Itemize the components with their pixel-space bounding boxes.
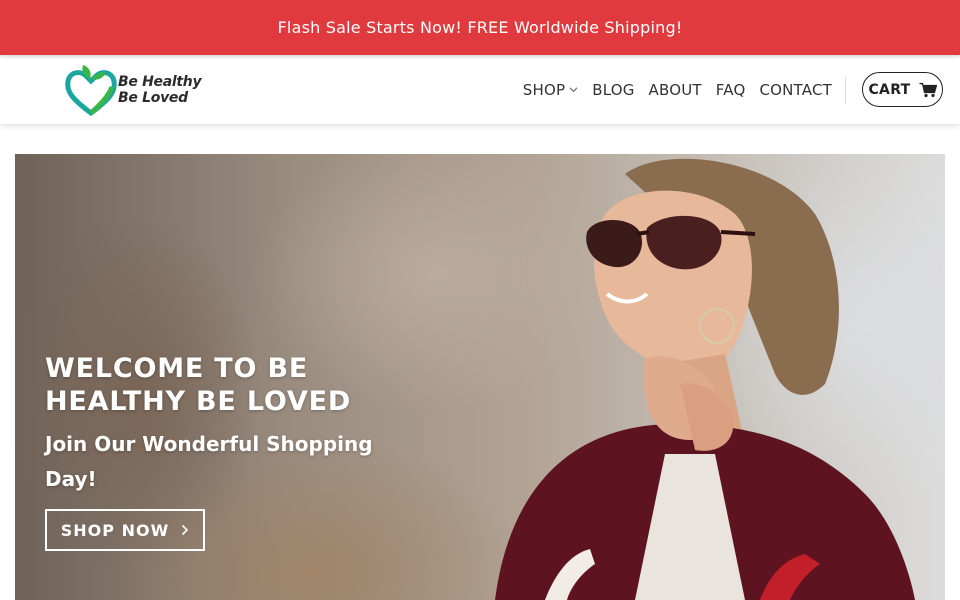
nav-shop[interactable]: SHOP: [523, 81, 578, 99]
hero-title: WELCOME TO BE HEALTHY BE LOVED: [45, 353, 352, 417]
heart-leaf-logo-icon: [65, 65, 117, 117]
site-header: Be Healthy Be Loved SHOP BLOG ABOUT FAQ …: [0, 55, 960, 124]
chevron-down-icon: [569, 87, 578, 93]
logo-line-2: Be Loved: [118, 90, 188, 106]
nav-blog[interactable]: BLOG: [592, 81, 634, 99]
nav-contact-label: CONTACT: [759, 80, 832, 99]
announcement-text: Flash Sale Starts Now! FREE Worldwide Sh…: [277, 18, 683, 37]
nav-divider: [845, 77, 846, 104]
main-nav: SHOP BLOG ABOUT FAQ CONTACT: [509, 55, 832, 124]
logo-wordmark: Be Healthy Be Loved: [118, 74, 202, 106]
nav-blog-label: BLOG: [592, 80, 635, 99]
hero-banner: WELCOME TO BE HEALTHY BE LOVED Join Our …: [15, 154, 945, 600]
announcement-bar: Flash Sale Starts Now! FREE Worldwide Sh…: [0, 0, 960, 55]
site-logo[interactable]: Be Healthy Be Loved: [62, 63, 222, 117]
shop-now-label: SHOP NOW: [60, 520, 170, 540]
nav-faq-label: FAQ: [715, 80, 746, 99]
shopping-cart-icon: [919, 82, 937, 97]
nav-contact[interactable]: CONTACT: [759, 81, 832, 99]
nav-shop-label: SHOP: [522, 80, 566, 99]
cart-label: CART: [868, 81, 911, 98]
shop-now-button[interactable]: SHOP NOW: [45, 509, 205, 551]
nav-about[interactable]: ABOUT: [649, 81, 702, 99]
logo-line-1: Be Healthy: [118, 74, 202, 90]
hero-content: WELCOME TO BE HEALTHY BE LOVED Join Our …: [45, 352, 405, 551]
cart-button[interactable]: CART: [862, 72, 943, 107]
hero-subtitle: Join Our Wonderful Shopping Day!: [45, 432, 373, 491]
nav-about-label: ABOUT: [648, 80, 702, 99]
nav-faq[interactable]: FAQ: [716, 81, 746, 99]
chevron-right-icon: [182, 524, 189, 536]
